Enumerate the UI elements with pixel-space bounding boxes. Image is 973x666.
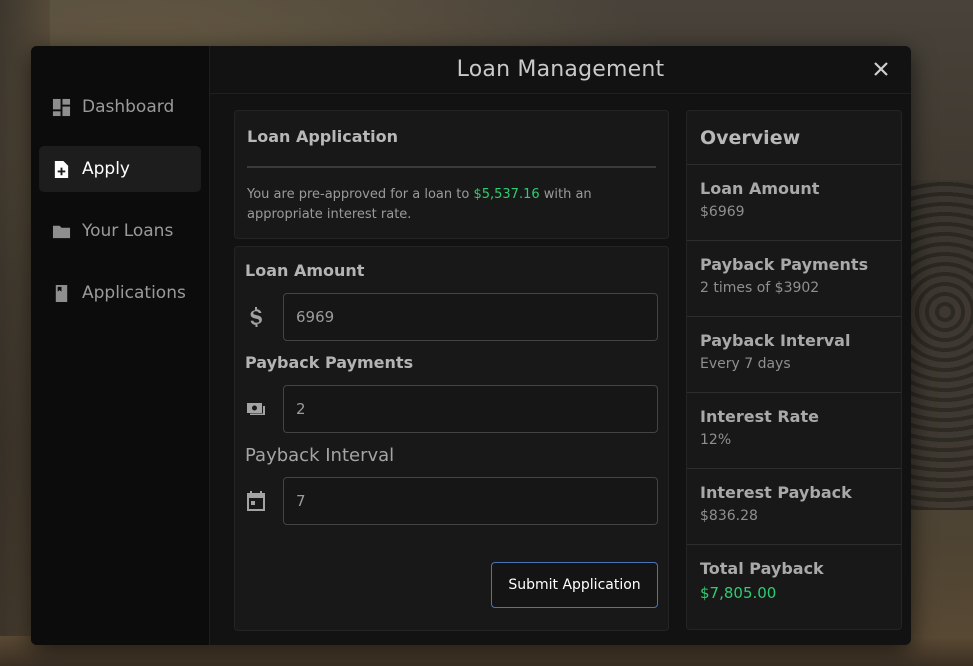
overview-value: 12% <box>700 432 732 448</box>
loan-amount-input[interactable] <box>283 293 658 341</box>
sidebar-item-label: Dashboard <box>82 97 175 117</box>
loan-form-panel: Loan Amount Payback Payments Payback Int… <box>234 246 669 631</box>
payback-payments-input[interactable] <box>283 385 658 433</box>
overview-panel: Overview Loan Amount $6969 Payback Payme… <box>686 110 902 630</box>
folder-icon <box>51 221 71 241</box>
total-payback-value: $7,805.00 <box>700 584 777 602</box>
close-icon <box>874 62 888 76</box>
divider <box>247 166 656 168</box>
overview-label: Payback Payments <box>700 255 869 274</box>
sidebar-item-your-loans[interactable]: Your Loans <box>39 208 201 254</box>
overview-row-total-payback: Total Payback $7,805.00 <box>687 545 901 621</box>
loan-amount-row <box>245 293 658 341</box>
overview-label: Payback Interval <box>700 331 851 350</box>
payback-payments-label: Payback Payments <box>245 353 414 372</box>
overview-row-interest-rate: Interest Rate 12% <box>687 393 901 469</box>
overview-value: 2 times of $3902 <box>700 280 820 296</box>
overview-label: Interest Rate <box>700 407 819 426</box>
dollar-icon <box>245 306 283 328</box>
main-content: Loan Management Loan Application You are… <box>210 46 911 645</box>
loan-application-panel: Loan Application You are pre-approved fo… <box>234 110 669 239</box>
sidebar: Dashboard Apply Your Loans Applications <box>31 46 210 645</box>
loan-application-title: Loan Application <box>247 127 398 146</box>
overview-label: Total Payback <box>700 559 824 578</box>
sidebar-item-apply[interactable]: Apply <box>39 146 201 192</box>
submit-application-button[interactable]: Submit Application <box>491 562 658 608</box>
overview-title: Overview <box>687 111 901 165</box>
page-title: Loan Management <box>456 57 665 82</box>
background-ornament <box>903 180 973 510</box>
book-icon <box>51 283 71 303</box>
loan-management-window: Dashboard Apply Your Loans Applications … <box>31 46 911 645</box>
payback-interval-label: Payback Interval <box>245 445 395 466</box>
preapproval-text: You are pre-approved for a loan to <box>247 187 474 202</box>
dashboard-icon <box>51 97 71 117</box>
sidebar-item-label: Applications <box>82 283 186 303</box>
file-plus-icon <box>51 159 71 179</box>
overview-value: Every 7 days <box>700 356 791 372</box>
payback-interval-row <box>245 477 658 525</box>
sidebar-item-applications[interactable]: Applications <box>39 270 201 316</box>
overview-value: $6969 <box>700 204 745 220</box>
loan-amount-label: Loan Amount <box>245 261 365 280</box>
preapproval-message: You are pre-approved for a loan to $5,53… <box>247 185 656 225</box>
sidebar-item-dashboard[interactable]: Dashboard <box>39 84 201 130</box>
close-button[interactable] <box>869 57 893 81</box>
overview-label: Loan Amount <box>700 179 820 198</box>
overview-row-payback-payments: Payback Payments 2 times of $3902 <box>687 241 901 317</box>
header: Loan Management <box>210 46 911 94</box>
overview-row-payback-interval: Payback Interval Every 7 days <box>687 317 901 393</box>
overview-label: Interest Payback <box>700 483 852 502</box>
payback-interval-input[interactable] <box>283 477 658 525</box>
money-icon <box>245 398 283 420</box>
sidebar-item-label: Your Loans <box>82 221 174 241</box>
sidebar-item-label: Apply <box>82 159 130 179</box>
payback-payments-row <box>245 385 658 433</box>
overview-row-interest-payback: Interest Payback $836.28 <box>687 469 901 545</box>
overview-value: $836.28 <box>700 508 758 524</box>
calendar-icon <box>245 490 283 512</box>
overview-row-loan-amount: Loan Amount $6969 <box>687 165 901 241</box>
preapproved-amount: $5,537.16 <box>473 187 540 202</box>
